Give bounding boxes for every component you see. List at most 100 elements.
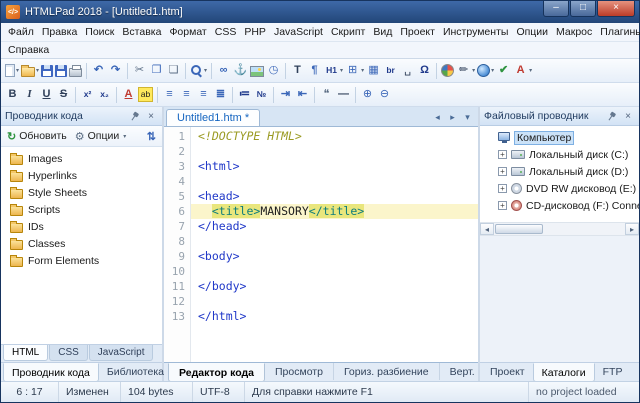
align-center-button[interactable]: ≡	[178, 85, 195, 105]
code-editor[interactable]: 12345678910111213 <!DOCTYPE HTML> <html>…	[164, 127, 478, 362]
expand-icon[interactable]: +	[498, 184, 507, 193]
validate-button[interactable]: ✔	[495, 61, 512, 81]
cut-button[interactable]: ✂	[131, 61, 148, 81]
bullet-list-button[interactable]: ≔	[236, 85, 253, 105]
italic-button[interactable]: I	[21, 85, 38, 105]
text-color-button[interactable]: A	[120, 85, 137, 105]
underline-button[interactable]: U	[38, 85, 55, 105]
numbered-list-button[interactable]: №	[253, 85, 270, 105]
file-explorer-close-button[interactable]: ×	[621, 109, 635, 123]
tab-ftp[interactable]: FTP	[595, 363, 631, 380]
file-item-dvd-rw-дисковод-e[interactable]: +DVD RW дисковод (E:)	[480, 180, 639, 197]
image-button[interactable]	[249, 61, 265, 81]
menu-item-поиск[interactable]: Поиск	[81, 24, 118, 40]
code-folder-form-elements[interactable]: Form Elements	[1, 252, 162, 269]
anchor-button[interactable]: ⚓	[232, 61, 249, 81]
code-line[interactable]: </html>	[191, 309, 478, 324]
browser-preview-button[interactable]: ▾	[476, 61, 495, 81]
pin-button[interactable]	[604, 109, 618, 123]
tab-каталоги[interactable]: Каталоги	[533, 363, 595, 382]
copy-button[interactable]: ❐	[148, 61, 165, 81]
scrollbar-track[interactable]	[494, 223, 625, 235]
tab-проводник-кода[interactable]: Проводник кода	[3, 363, 99, 382]
paste-button[interactable]: ❏	[165, 61, 182, 81]
menu-item-опции[interactable]: Опции	[512, 24, 552, 40]
tab-list-button[interactable]: ▾	[461, 112, 474, 123]
highlight-color-button[interactable]: ab	[137, 85, 154, 105]
outdent-button[interactable]: ⇤	[294, 85, 311, 105]
tab-scroll-right-button[interactable]: ▸	[446, 112, 459, 123]
tab-scroll-left-button[interactable]: ◂	[431, 112, 444, 123]
menu-item-скрипт[interactable]: Скрипт	[327, 24, 369, 40]
superscript-button[interactable]: x²	[79, 85, 96, 105]
edit-pencil-button[interactable]: ✏▾	[455, 61, 476, 81]
code-line[interactable]	[191, 264, 478, 279]
close-button[interactable]: ×	[597, 1, 635, 17]
code-line[interactable]: <body>	[191, 249, 478, 264]
file-item-компьютер[interactable]: Компьютер	[480, 129, 639, 146]
file-item-локальный-диск-c[interactable]: +Локальный диск (C:)	[480, 146, 639, 163]
save-all-button[interactable]	[54, 61, 68, 81]
code-line[interactable]: <html>	[191, 159, 478, 174]
minimize-button[interactable]: –	[543, 1, 569, 17]
menu-item-php[interactable]: PHP	[240, 24, 270, 40]
expand-icon[interactable]: +	[498, 201, 507, 210]
paragraph-button[interactable]: ¶	[306, 61, 323, 81]
menu-item-формат[interactable]: Формат	[165, 24, 210, 40]
frame-button[interactable]: ▦	[365, 61, 382, 81]
indent-button[interactable]: ⇥	[277, 85, 294, 105]
heading-button[interactable]: H1▾	[323, 61, 344, 81]
align-left-button[interactable]: ≡	[161, 85, 178, 105]
code-line[interactable]: </body>	[191, 279, 478, 294]
save-button[interactable]	[40, 61, 54, 81]
tab-проект[interactable]: Проект	[482, 363, 533, 380]
print-button[interactable]	[68, 61, 83, 81]
file-item-cd-дисковод-f-connect-mana[interactable]: +CD-дисковод (F:) Connect Mana	[480, 197, 639, 214]
menu-item-вид[interactable]: Вид	[369, 24, 396, 40]
encoding[interactable]: UTF-8	[193, 382, 245, 402]
scroll-right-button[interactable]: ▸	[625, 223, 639, 235]
zoom-out-button[interactable]: ⊖	[376, 85, 393, 105]
code-line[interactable]: <head>	[191, 189, 478, 204]
code-line[interactable]	[191, 294, 478, 309]
code-folder-scripts[interactable]: Scripts	[1, 201, 162, 218]
text-button[interactable]: T	[289, 61, 306, 81]
blockquote-button[interactable]: ❝	[318, 85, 335, 105]
tab-css[interactable]: CSS	[49, 345, 88, 361]
code-line[interactable]	[191, 174, 478, 189]
strikethrough-button[interactable]: S	[55, 85, 72, 105]
code-line[interactable]	[191, 144, 478, 159]
align-right-button[interactable]: ≡	[195, 85, 212, 105]
code-line[interactable]	[191, 234, 478, 249]
refresh-button[interactable]: ↻ Обновить	[4, 129, 70, 144]
sort-button[interactable]: ⇅	[144, 129, 159, 144]
new-file-button[interactable]: ▾	[4, 61, 20, 81]
line-break-button[interactable]: br	[382, 61, 399, 81]
expand-icon[interactable]: +	[498, 150, 507, 159]
scroll-left-button[interactable]: ◂	[480, 223, 494, 235]
font-color-button[interactable]: A▾	[512, 61, 533, 81]
tab-html[interactable]: HTML	[3, 345, 48, 361]
code-line[interactable]: </head>	[191, 219, 478, 234]
tab-просмотр[interactable]: Просмотр	[265, 363, 334, 380]
options-button[interactable]: ⚙ Опции ▾	[72, 129, 130, 144]
menu-item-справка[interactable]: Справка	[4, 42, 53, 58]
menu-item-инструменты[interactable]: Инструменты	[439, 24, 512, 40]
bold-button[interactable]: B	[4, 85, 21, 105]
menu-item-проект[interactable]: Проект	[396, 24, 439, 40]
open-file-button[interactable]: ▾	[20, 61, 40, 81]
menu-item-вставка[interactable]: Вставка	[118, 24, 165, 40]
code-line[interactable]: <!DOCTYPE HTML>	[191, 129, 478, 144]
code-folder-hyperlinks[interactable]: Hyperlinks	[1, 167, 162, 184]
redo-button[interactable]: ↷	[107, 61, 124, 81]
maximize-button[interactable]: □	[570, 1, 596, 17]
undo-button[interactable]: ↶	[90, 61, 107, 81]
menu-item-правка[interactable]: Правка	[38, 24, 81, 40]
menu-item-макрос[interactable]: Макрос	[552, 24, 596, 40]
code-folder-images[interactable]: Images	[1, 150, 162, 167]
tab-javascript[interactable]: JavaScript	[89, 345, 154, 361]
scrollbar-thumb[interactable]	[495, 224, 543, 234]
code-folder-style-sheets[interactable]: Style Sheets	[1, 184, 162, 201]
menu-item-файл[interactable]: Файл	[4, 24, 38, 40]
code-line[interactable]: <title>MANSORY</title>	[191, 204, 478, 219]
